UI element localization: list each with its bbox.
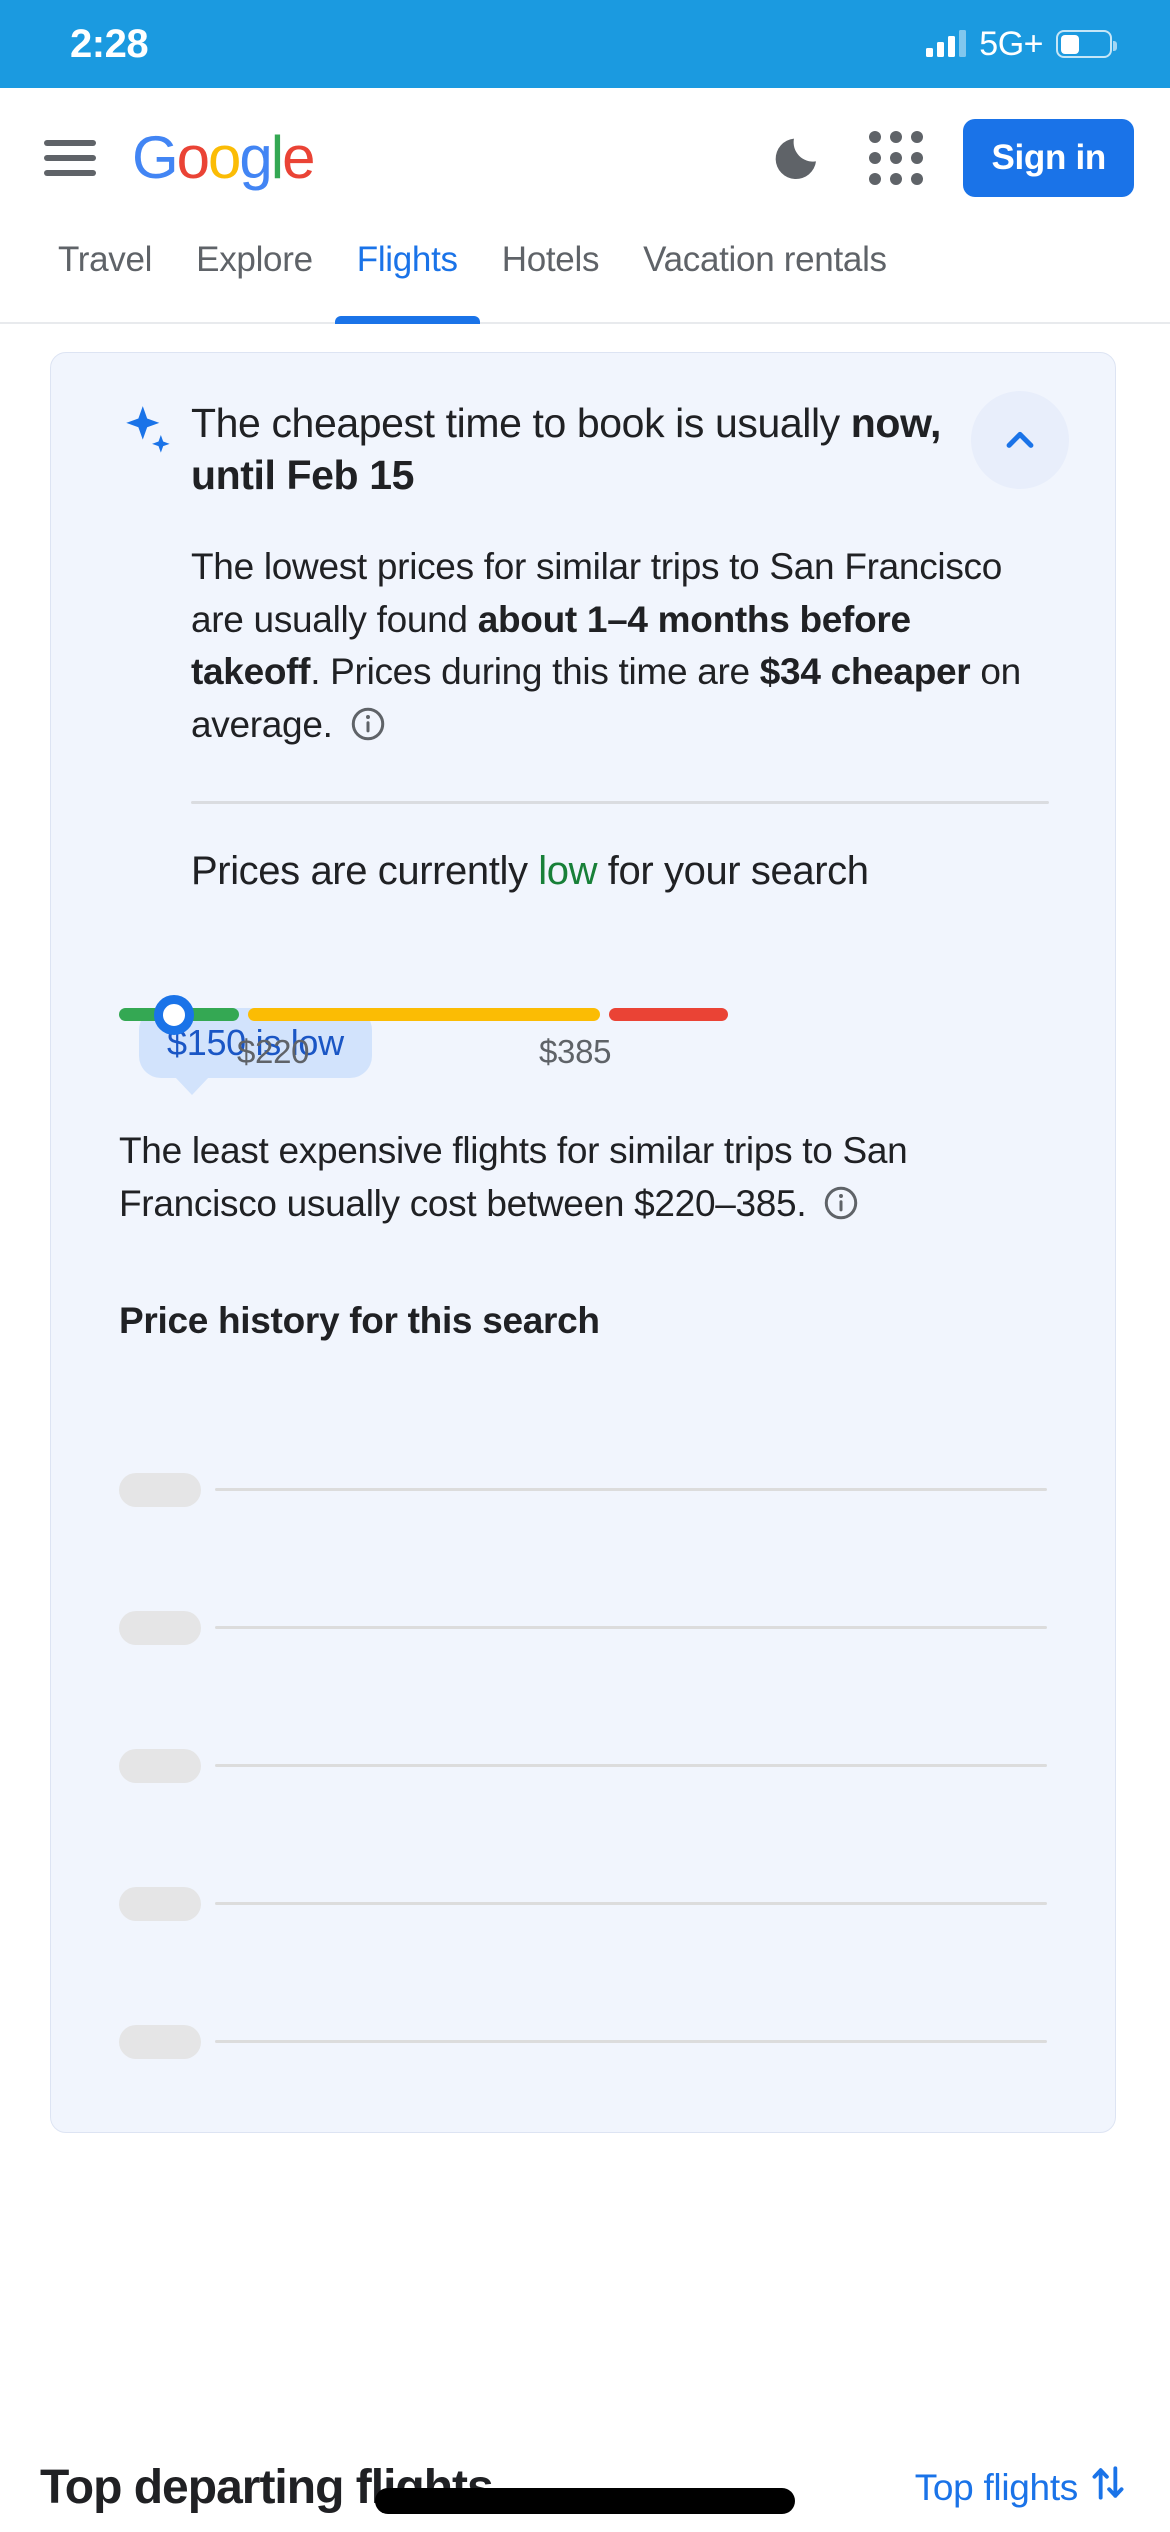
- skeleton-spacer: [119, 1524, 1047, 1593]
- battery-icon: [1056, 30, 1117, 58]
- insight-body: The lowest prices for similar trips to S…: [51, 541, 1115, 757]
- insight-headline: The cheapest time to book is usually now…: [191, 397, 971, 501]
- logo-letter-e: e: [282, 124, 315, 191]
- skeleton-axis-label: [119, 1748, 201, 1783]
- price-range-slider: $150 is low $220 $385: [119, 994, 1069, 1096]
- status-badge: low: [538, 849, 598, 894]
- skeleton-row: [119, 2007, 1047, 2076]
- price-insights-card: The cheapest time to book is usually now…: [50, 352, 1116, 2134]
- app-header: G o o g l e Sign in: [0, 88, 1170, 228]
- slider-segment-high: [609, 1008, 728, 1022]
- tab-hotels[interactable]: Hotels: [480, 228, 621, 324]
- primary-nav-tabs: Travel Explore Flights Hotels Vacation r…: [0, 228, 1170, 324]
- slider-tick-high: $385: [539, 1033, 612, 1071]
- skeleton-gridline: [215, 1764, 1047, 1768]
- signal-bars-icon: [926, 30, 967, 57]
- status-bar-time: 2:28: [70, 21, 149, 66]
- skeleton-row: [119, 1455, 1047, 1524]
- paragraph-bold2: $34 cheaper: [759, 651, 971, 693]
- status-suffix: for your search: [597, 849, 869, 894]
- logo-letter-g1: G: [132, 124, 179, 191]
- sign-in-button[interactable]: Sign in: [963, 119, 1134, 197]
- slider-thumb[interactable]: [154, 994, 194, 1035]
- skeleton-axis-label: [119, 2024, 201, 2059]
- logo-letter-l: l: [270, 124, 284, 191]
- card-header-row: The cheapest time to book is usually now…: [51, 391, 1115, 501]
- moon-icon[interactable]: [771, 131, 825, 185]
- chevron-up-icon: [997, 416, 1043, 465]
- slider-segment-typical: [248, 1008, 600, 1022]
- sort-button[interactable]: Top flights: [915, 2461, 1130, 2514]
- headline-prefix: The cheapest time to book is usually: [191, 400, 851, 446]
- status-bar-indicators: 5G+: [926, 24, 1117, 64]
- skeleton-row: [119, 1869, 1047, 1938]
- collapse-card-button[interactable]: [971, 391, 1069, 489]
- skeleton-spacer: [119, 1800, 1047, 1869]
- card-divider: [191, 801, 1049, 805]
- insight-paragraph: The lowest prices for similar trips to S…: [191, 541, 1049, 757]
- tab-travel[interactable]: Travel: [36, 228, 174, 324]
- skeleton-row: [119, 1593, 1047, 1662]
- info-icon[interactable]: [349, 705, 387, 758]
- price-status-line: Prices are currently low for your search: [51, 844, 1115, 898]
- skeleton-row: [119, 1731, 1047, 1800]
- logo-letter-o1: o: [176, 124, 210, 191]
- skeleton-spacer: [119, 1662, 1047, 1731]
- hamburger-menu-icon[interactable]: [44, 136, 96, 180]
- logo-letter-g2: g: [239, 124, 272, 191]
- paragraph-part2: . Prices during this time are: [310, 651, 760, 693]
- skeleton-axis-label: [119, 1472, 201, 1507]
- skeleton-gridline: [215, 1488, 1047, 1492]
- skeleton-gridline: [215, 1902, 1047, 1906]
- slider-tick-low: $220: [237, 1033, 310, 1071]
- sort-button-label: Top flights: [914, 2466, 1079, 2508]
- sparkle-ai-icon: [119, 397, 191, 470]
- google-apps-grid-icon[interactable]: [869, 131, 924, 185]
- slider-tick-labels: $220 $385: [119, 1033, 1069, 1089]
- status-bar: 2:28 5G+: [0, 0, 1170, 88]
- price-range-explanation: The least expensive flights for similar …: [51, 1125, 1115, 1236]
- explanation-text: The least expensive flights for similar …: [119, 1130, 908, 1224]
- skeleton-spacer: [119, 1386, 1047, 1455]
- network-type-label: 5G+: [979, 24, 1043, 63]
- info-icon[interactable]: [822, 1184, 860, 1237]
- price-history-loading-skeleton: [51, 1386, 1115, 2076]
- sort-arrows-icon: [1086, 2461, 1130, 2514]
- tab-flights[interactable]: Flights: [334, 228, 480, 324]
- tab-explore[interactable]: Explore: [174, 228, 335, 324]
- status-prefix: Prices are currently: [191, 849, 539, 894]
- slider-track[interactable]: [119, 994, 1069, 1035]
- price-history-title: Price history for this search: [119, 1300, 600, 1342]
- skeleton-axis-label: [119, 1886, 201, 1921]
- skeleton-gridline: [215, 1626, 1047, 1630]
- google-logo[interactable]: G o o g l e: [132, 124, 316, 191]
- skeleton-spacer: [119, 1938, 1047, 2007]
- logo-letter-o2: o: [208, 124, 241, 191]
- home-indicator-bar: [375, 2488, 795, 2514]
- skeleton-gridline: [215, 2040, 1047, 2044]
- skeleton-axis-label: [119, 1610, 201, 1645]
- tab-vacation-rentals[interactable]: Vacation rentals: [621, 228, 909, 324]
